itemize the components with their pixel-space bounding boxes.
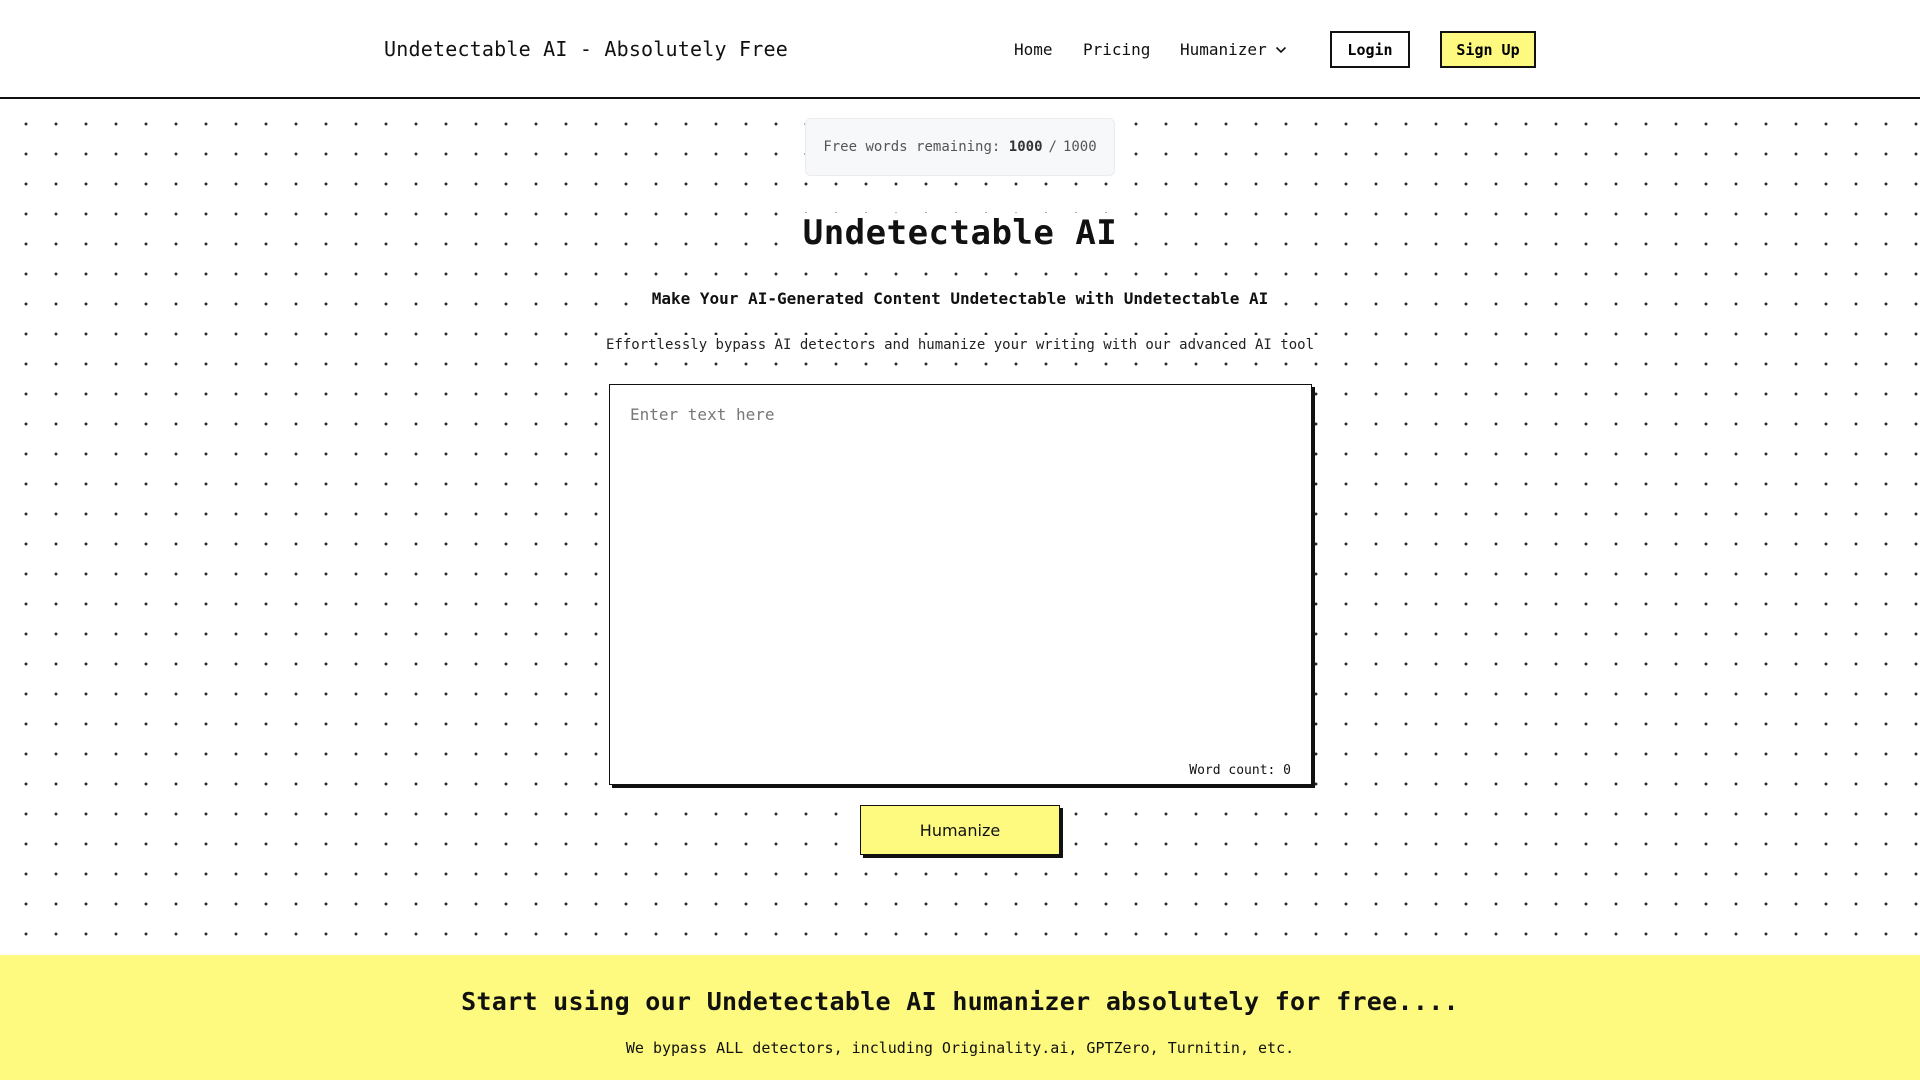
signup-button[interactable]: Sign Up [1440, 31, 1536, 68]
humanize-button[interactable]: Humanize [860, 805, 1060, 855]
text-input[interactable] [610, 385, 1311, 784]
cta-title: Start using our Undetectable AI humanize… [461, 987, 1459, 1016]
page-title: Undetectable AI [798, 213, 1122, 253]
page-subtitle: Make Your AI-Generated Content Undetecta… [647, 287, 1273, 310]
site-header: Undetectable AI - Absolutely Free Home P… [0, 0, 1920, 99]
cta-subtitle: We bypass ALL detectors, including Origi… [625, 1039, 1295, 1057]
page-title-wrap: Undetectable AI [0, 213, 1920, 253]
nav-pricing-link[interactable]: Pricing [1083, 40, 1150, 59]
free-words-remaining: 1000 [1008, 139, 1043, 155]
free-words-separator: / [1048, 139, 1057, 155]
page-tagline: Effortlessly bypass AI detectors and hum… [601, 335, 1318, 355]
page-tagline-wrap: Effortlessly bypass AI detectors and hum… [0, 335, 1920, 355]
nav-humanizer-label: Humanizer [1180, 40, 1267, 59]
word-count-label: Word count: [1189, 763, 1276, 778]
site-brand[interactable]: Undetectable AI - Absolutely Free [384, 37, 788, 61]
main-dotted-area: Free words remaining: 1000 / 1000 Undetect… [0, 99, 1920, 955]
cta-banner: Start using our Undetectable AI humanize… [0, 955, 1920, 1080]
word-count-value: 0 [1283, 763, 1291, 778]
login-button[interactable]: Login [1330, 31, 1410, 68]
word-count: Word count: 0 [1189, 763, 1291, 778]
page-subtitle-wrap: Make Your AI-Generated Content Undetecta… [0, 287, 1920, 310]
free-words-remaining-badge: Free words remaining: 1000 / 1000 [805, 118, 1115, 176]
nav-humanizer-dropdown[interactable]: Humanizer [1180, 40, 1287, 59]
free-words-total: 1000 [1062, 139, 1097, 155]
nav-home-link[interactable]: Home [1014, 40, 1053, 59]
chevron-down-icon [1275, 39, 1287, 58]
free-words-label: Free words remaining: [823, 139, 1001, 155]
text-editor-box: Word count: 0 [609, 384, 1312, 785]
